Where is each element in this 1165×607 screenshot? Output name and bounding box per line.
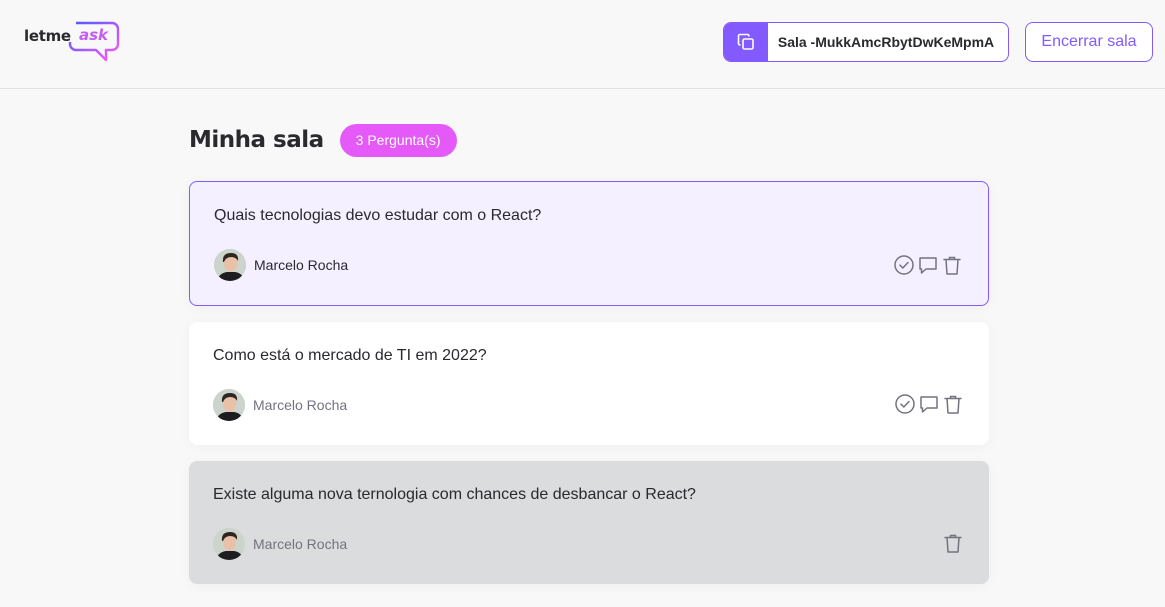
check-circle-icon[interactable]	[893, 392, 917, 416]
copy-icon	[724, 23, 768, 61]
room-code-button[interactable]: Sala -MukkAmcRbytDwKeMpmA	[723, 22, 1009, 62]
check-circle-icon[interactable]	[892, 253, 916, 277]
question-actions	[892, 253, 964, 277]
question-actions	[941, 531, 965, 555]
close-room-button[interactable]: Encerrar sala	[1025, 22, 1153, 62]
logo-text-ask: ask	[79, 26, 109, 44]
question-author: Marcelo Rocha	[213, 389, 347, 421]
answer-icon[interactable]	[916, 253, 940, 277]
question-card: Como está o mercado de TI em 2022? Marce…	[189, 322, 989, 445]
question-card: Quais tecnologias devo estudar com o Rea…	[189, 181, 989, 306]
avatar	[214, 249, 246, 281]
author-name: Marcelo Rocha	[254, 257, 349, 273]
question-content: Como está o mercado de TI em 2022?	[213, 347, 487, 364]
answer-icon[interactable]	[917, 392, 941, 416]
question-actions	[893, 392, 965, 416]
question-card: Existe alguma nova ternologia com chance…	[189, 461, 989, 584]
trash-icon[interactable]	[940, 253, 964, 277]
question-content: Existe alguma nova ternologia com chance…	[213, 486, 696, 503]
trash-icon[interactable]	[941, 392, 965, 416]
avatar	[213, 389, 245, 421]
letmeask-logo[interactable]: letme ask	[24, 18, 124, 66]
question-content: Quais tecnologias devo estudar com o Rea…	[214, 207, 542, 224]
avatar	[213, 528, 245, 560]
page-title: Minha sala	[189, 127, 324, 153]
trash-icon[interactable]	[941, 531, 965, 555]
room-code-label: Sala -MukkAmcRbytDwKeMpmA	[777, 34, 995, 50]
author-name: Marcelo Rocha	[253, 397, 348, 413]
room-title-row: Minha sala 3 Pergunta(s)	[189, 123, 457, 157]
logo-text-letme: letme	[24, 27, 71, 45]
author-name: Marcelo Rocha	[253, 536, 348, 552]
question-count-badge: 3 Pergunta(s)	[339, 123, 457, 157]
question-author: Marcelo Rocha	[213, 528, 347, 560]
app-header: letme ask Sala -MukkAmcRbytDwKeMpmA Ence…	[0, 0, 1165, 89]
question-author: Marcelo Rocha	[214, 249, 348, 281]
